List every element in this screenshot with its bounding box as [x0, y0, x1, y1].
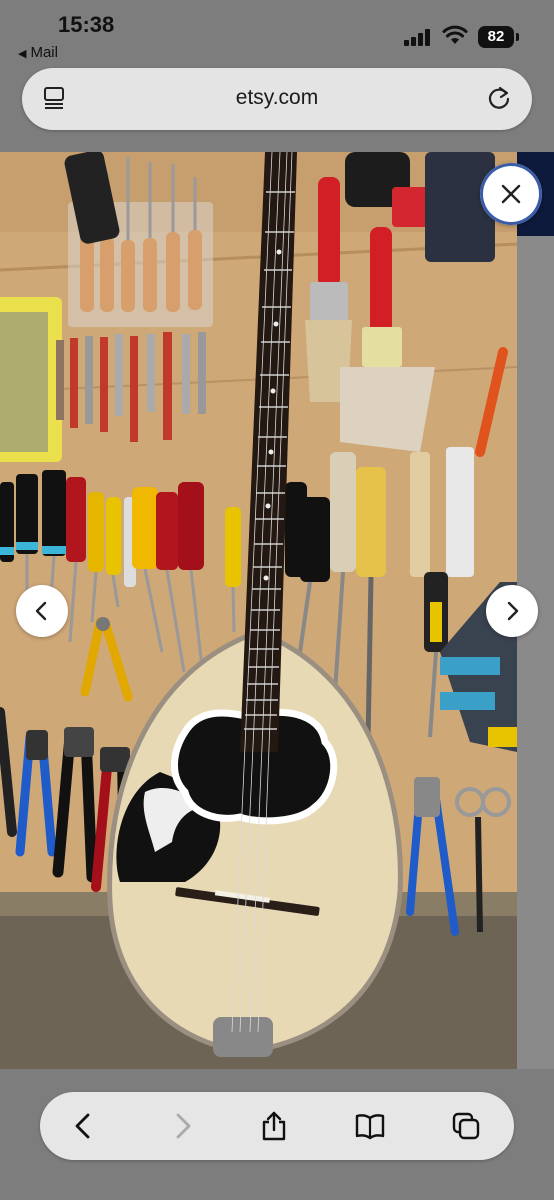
previous-image-button[interactable]	[16, 585, 68, 637]
forward-icon[interactable]	[166, 1110, 198, 1142]
address-bar[interactable]: etsy.com	[22, 68, 532, 130]
back-triangle-icon: ◀	[18, 48, 27, 60]
back-app-label: Mail	[30, 44, 58, 61]
battery-cap	[516, 33, 519, 41]
product-photo	[0, 152, 517, 1069]
chevron-right-icon	[507, 601, 519, 621]
back-icon[interactable]	[68, 1110, 100, 1142]
battery-indicator: 82	[478, 26, 514, 48]
status-time: 15:38	[58, 12, 115, 37]
url-text[interactable]: etsy.com	[22, 86, 532, 110]
reload-icon[interactable]	[486, 85, 512, 111]
wifi-icon	[442, 25, 468, 44]
back-to-app-link[interactable]: ◀ Mail	[18, 44, 58, 61]
bookmarks-icon[interactable]	[354, 1110, 386, 1142]
close-button[interactable]	[480, 163, 542, 225]
status-bar: 15:38 ◀ Mail 82	[0, 0, 554, 66]
chevron-left-icon	[35, 601, 47, 621]
share-icon[interactable]	[258, 1110, 290, 1142]
tabs-icon[interactable]	[450, 1110, 482, 1142]
next-image-button[interactable]	[486, 585, 538, 637]
close-icon	[501, 184, 521, 204]
signal-icon	[404, 28, 434, 46]
browser-toolbar	[40, 1092, 514, 1160]
